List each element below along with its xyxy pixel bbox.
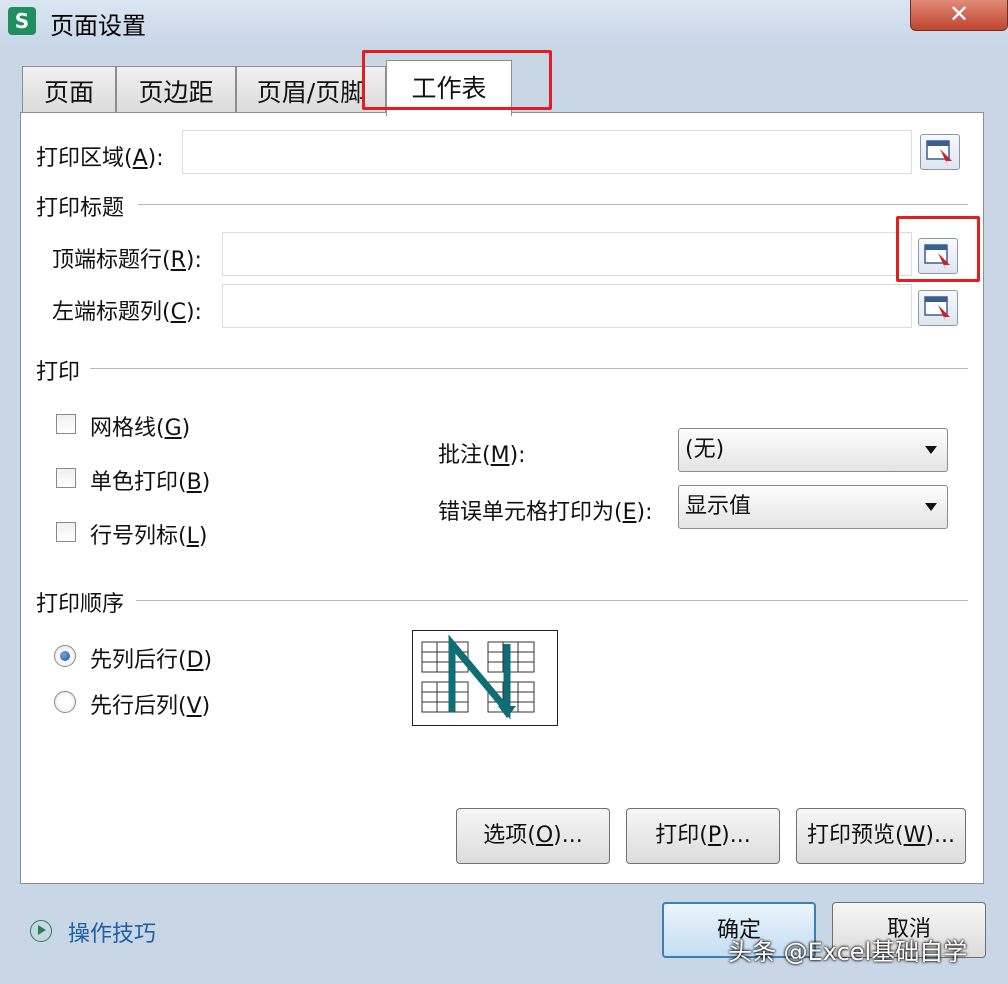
range-select-icon: [924, 296, 950, 322]
cell-errors-label: 错误单元格打印为(E):: [438, 500, 653, 525]
row-col-headings-checkbox[interactable]: [56, 522, 76, 542]
gridlines-checkbox[interactable]: [56, 414, 76, 434]
section-divider: [136, 600, 968, 601]
play-circle-icon: [30, 920, 52, 942]
close-button[interactable]: ✕: [910, 0, 1008, 31]
wps-app-icon: S: [8, 7, 36, 35]
top-rows-input[interactable]: [222, 232, 912, 276]
comments-label: 批注(M):: [438, 443, 526, 468]
print-preview-button[interactable]: 打印预览(W)...: [796, 808, 966, 864]
chevron-down-icon: [925, 503, 937, 511]
tab-page[interactable]: 页面: [22, 66, 116, 116]
cell-errors-select[interactable]: 显示值: [678, 485, 948, 529]
range-select-icon: [924, 244, 950, 270]
tips-link[interactable]: 操作技巧: [68, 916, 156, 948]
mono-print-label: 单色打印(B): [90, 470, 211, 495]
chevron-down-icon: [925, 446, 937, 454]
over-then-down-label: 先行后列(V): [90, 694, 211, 719]
gridlines-label: 网格线(G): [90, 416, 191, 441]
top-rows-label: 顶端标题行(R):: [52, 248, 202, 273]
tab-sheet[interactable]: 工作表: [386, 60, 512, 116]
mono-print-checkbox[interactable]: [56, 468, 76, 488]
section-divider: [138, 204, 968, 205]
left-cols-input[interactable]: [222, 284, 912, 328]
print-titles-section-label: 打印标题: [36, 196, 125, 221]
print-area-input[interactable]: [182, 130, 912, 174]
over-then-down-radio[interactable]: [54, 691, 76, 713]
print-area-label: 打印区域(A):: [36, 146, 164, 171]
title-bar: S 页面设置 ✕: [0, 0, 1008, 44]
page-order-section-label: 打印顺序: [36, 592, 125, 617]
left-cols-picker-button[interactable]: [918, 290, 958, 326]
left-cols-label: 左端标题列(C):: [52, 300, 202, 325]
print-area-picker-button[interactable]: [920, 134, 960, 170]
range-select-icon: [926, 140, 952, 166]
down-then-over-label: 先列后行(D): [90, 648, 213, 673]
down-then-over-radio[interactable]: [54, 645, 76, 667]
tab-margins[interactable]: 页边距: [116, 66, 236, 116]
print-section-label: 打印: [36, 360, 81, 385]
options-button[interactable]: 选项(O)...: [456, 808, 610, 864]
row-col-headings-label: 行号列标(L): [90, 524, 208, 549]
watermark: 头条 @Excel基础自学: [728, 938, 968, 966]
tab-header-footer[interactable]: 页眉/页脚: [236, 66, 386, 116]
top-rows-picker-button[interactable]: [918, 238, 958, 274]
page-order-preview-icon: [412, 630, 558, 726]
window-title: 页面设置: [50, 12, 146, 40]
comments-select[interactable]: (无): [678, 428, 948, 472]
section-divider: [90, 368, 968, 369]
print-button[interactable]: 打印(P)...: [626, 808, 780, 864]
